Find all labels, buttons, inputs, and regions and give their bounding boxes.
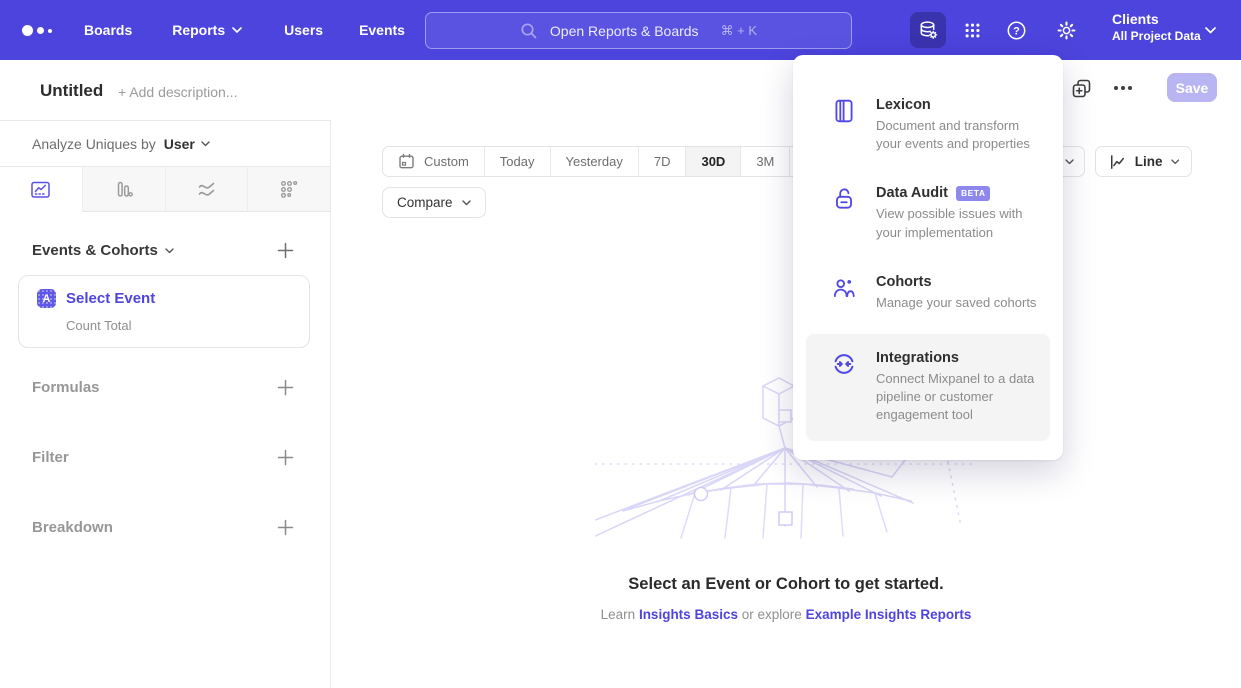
- calendar-icon: [398, 153, 415, 170]
- org-name: Clients: [1112, 11, 1201, 29]
- nav-boards[interactable]: Boards: [84, 22, 132, 38]
- project-selector[interactable]: Clients All Project Data: [1112, 11, 1201, 44]
- cohorts-people-icon: [831, 275, 857, 301]
- copy-icon: [1070, 77, 1093, 100]
- range-30d[interactable]: 30D: [685, 147, 740, 176]
- beta-badge: BETA: [956, 186, 991, 201]
- range-yesterday[interactable]: Yesterday: [550, 147, 638, 176]
- breakdown-label: Breakdown: [32, 519, 113, 536]
- search-shortcut: ⌘ + K: [721, 23, 758, 39]
- nav-reports[interactable]: Reports: [172, 22, 242, 38]
- project-name: All Project Data: [1112, 29, 1201, 44]
- save-button[interactable]: Save: [1167, 73, 1217, 102]
- add-breakdown-button[interactable]: [277, 519, 294, 536]
- breakdown-section: Breakdown: [32, 492, 294, 562]
- menu-item-data-audit[interactable]: Data Audit BETA View possible issues wit…: [793, 169, 1063, 257]
- data-management-menu: Lexicon Document and transform your even…: [793, 55, 1063, 460]
- audit-lock-icon: [831, 186, 857, 212]
- integrations-sync-icon: [831, 351, 857, 377]
- data-management-button[interactable]: [910, 12, 946, 48]
- date-range-control: Custom Today Yesterday 7D 30D 3M 6M: [382, 146, 839, 177]
- learn-prefix: Learn: [601, 607, 636, 622]
- formulas-label: Formulas: [32, 379, 100, 396]
- add-filter-button[interactable]: [277, 449, 294, 466]
- menu-item-lexicon[interactable]: Lexicon Document and transform your even…: [793, 81, 1063, 169]
- chevron-down-icon: [462, 200, 471, 206]
- mixpanel-logo[interactable]: [22, 25, 52, 36]
- formulas-section: Formulas: [32, 352, 294, 422]
- chart-area: Custom Today Yesterday 7D 30D 3M 6M Comp…: [331, 120, 1241, 688]
- menu-item-integrations[interactable]: Integrations Connect Mixpanel to a data …: [806, 334, 1050, 441]
- line-chart-type-icon: [1108, 152, 1127, 172]
- line-chart-icon: [29, 178, 52, 201]
- analyze-value-dropdown[interactable]: User: [164, 136, 210, 152]
- explore-text: or explore: [742, 607, 802, 622]
- database-gear-icon: [918, 20, 939, 41]
- chevron-down-icon[interactable]: [1205, 27, 1216, 34]
- range-today[interactable]: Today: [484, 147, 550, 176]
- chevron-down-icon: [201, 141, 210, 147]
- chevron-down-icon: [232, 27, 242, 33]
- add-formula-button[interactable]: [277, 379, 294, 396]
- settings-button[interactable]: [1048, 12, 1084, 48]
- query-builder-sidebar: Analyze Uniques by User: [0, 120, 331, 688]
- tab-stacked-chart[interactable]: [165, 167, 248, 212]
- svg-text:?: ?: [1013, 25, 1020, 37]
- event-letter-badge: A: [37, 289, 56, 308]
- dots-grid-icon: [278, 178, 301, 201]
- grid-dots-icon: [963, 21, 982, 40]
- empty-state-links: Learn Insights Basics or explore Example…: [331, 607, 1241, 622]
- events-cohorts-header: Events & Cohorts: [32, 242, 294, 259]
- menu-item-cohorts[interactable]: Cohorts Manage your saved cohorts: [793, 258, 1063, 328]
- nav-users[interactable]: Users: [284, 22, 323, 38]
- compare-dropdown[interactable]: Compare: [382, 187, 486, 218]
- chevron-down-icon: [1171, 159, 1179, 165]
- chevron-down-icon: [1065, 159, 1074, 165]
- filter-label: Filter: [32, 449, 69, 466]
- range-7d[interactable]: 7D: [638, 147, 686, 176]
- help-icon: ?: [1006, 20, 1027, 41]
- chart-type-tabbar: [0, 166, 330, 212]
- help-button[interactable]: ?: [998, 12, 1034, 48]
- example-reports-link[interactable]: Example Insights Reports: [806, 607, 972, 622]
- nav-events[interactable]: Events: [359, 22, 405, 38]
- gear-icon: [1056, 20, 1077, 41]
- add-description-field[interactable]: + Add description...: [118, 84, 237, 100]
- chevron-down-icon: [165, 248, 174, 254]
- filter-section: Filter: [32, 422, 294, 492]
- chart-type-dropdown[interactable]: Line: [1095, 146, 1192, 177]
- more-options-button[interactable]: [1114, 86, 1132, 90]
- tab-line-chart[interactable]: [0, 167, 82, 212]
- flow-waves-icon: [195, 178, 218, 201]
- apps-grid-button[interactable]: [954, 12, 990, 48]
- empty-state-title: Select an Event or Cohort to get started…: [331, 575, 1241, 594]
- range-3m[interactable]: 3M: [740, 147, 789, 176]
- search-placeholder: Open Reports & Boards: [550, 23, 699, 39]
- primary-nav: Boards Reports Users Events: [84, 0, 405, 60]
- duplicate-button[interactable]: [1070, 77, 1093, 100]
- top-navigation: Boards Reports Users Events Open Reports…: [0, 0, 1241, 60]
- tab-metrics-grid[interactable]: [247, 167, 330, 212]
- insights-basics-link[interactable]: Insights Basics: [639, 607, 738, 622]
- bar-chart-icon: [112, 178, 135, 201]
- tab-bar-chart[interactable]: [82, 167, 165, 212]
- count-total-dropdown[interactable]: Count Total: [66, 318, 295, 333]
- events-cohorts-toggle[interactable]: Events & Cohorts: [32, 242, 174, 259]
- analyze-label: Analyze Uniques by: [32, 136, 156, 152]
- report-title[interactable]: Untitled: [40, 81, 103, 101]
- range-custom[interactable]: Custom: [383, 147, 484, 176]
- select-event-label[interactable]: Select Event: [66, 290, 155, 307]
- event-card[interactable]: A Select Event Count Total: [18, 275, 310, 348]
- analyze-row: Analyze Uniques by User: [0, 121, 330, 166]
- search-input[interactable]: Open Reports & Boards ⌘ + K: [425, 12, 852, 49]
- book-icon: [831, 98, 857, 124]
- search-icon: [520, 22, 538, 40]
- add-event-button[interactable]: [277, 242, 294, 259]
